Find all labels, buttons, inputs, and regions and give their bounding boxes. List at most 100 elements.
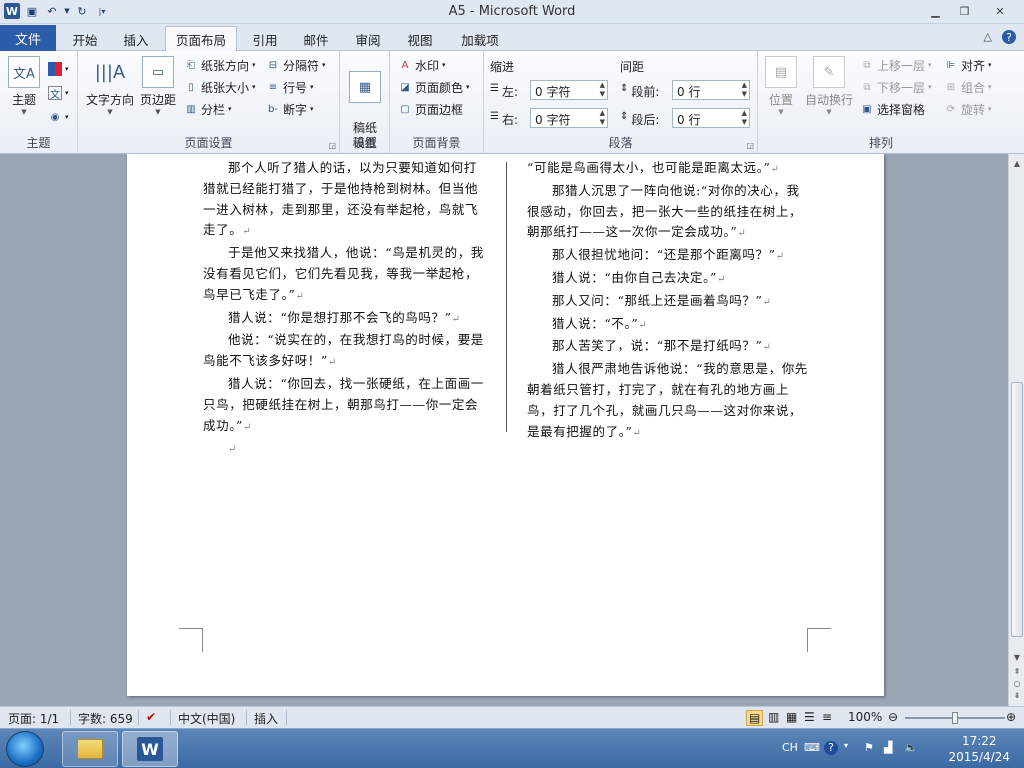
spin-arrows-icon[interactable]: ▲ ▼ — [742, 109, 747, 127]
orientation-button[interactable]: ⎗ 纸张方向 ▾ — [184, 55, 256, 75]
dialog-launcher-icon[interactable]: ◲ — [746, 141, 754, 150]
indent-left-input[interactable]: 0 字符 ▲ ▼ — [530, 80, 608, 100]
margins-button[interactable]: ▭ 页边距 ▼ — [138, 56, 178, 116]
theme-effects-button[interactable]: ◉ ▾ — [48, 107, 69, 127]
clock[interactable]: 17:22 2015/4/24 — [948, 733, 1010, 765]
zoom-slider-thumb[interactable] — [952, 712, 958, 724]
language-indicator[interactable]: 中文(中国) — [178, 710, 235, 727]
insert-mode[interactable]: 插入 — [254, 710, 278, 727]
paragraph[interactable]: 猎人说：“你回去，找一张硬纸，在上面画一只鸟，把硬纸挂在树上，朝那鸟打——你一定… — [203, 374, 489, 438]
print-layout-view-icon[interactable]: ▤ — [746, 710, 764, 726]
paragraph[interactable]: 猎人说：“你是想打那不会飞的鸟吗？”↵ — [203, 308, 489, 331]
tab-review[interactable]: 审阅 — [347, 27, 389, 51]
empty-paragraph[interactable]: ↵ — [203, 438, 489, 461]
proofing-icon[interactable]: ✔ — [146, 710, 156, 724]
tab-references[interactable]: 引用 — [244, 27, 286, 51]
columns-button[interactable]: ▥ 分栏 ▾ — [184, 99, 231, 119]
spacing-before-row: ⇕ 段前: — [620, 83, 660, 99]
vertical-scrollbar[interactable]: ▲ ▼ ⇞ ○ ⇟ — [1008, 154, 1024, 706]
paragraph[interactable]: 猎人很严肃地告诉他说：“我的意思是，你先朝着纸只管打，打完了，就在有孔的地方画上… — [527, 359, 811, 444]
paragraph[interactable]: 他说：“说实在的，在我想打鸟的时候，要是鸟能不飞该多好呀！”↵ — [203, 330, 489, 374]
dialog-launcher-icon[interactable]: ◲ — [328, 141, 336, 150]
selection-pane-button[interactable]: ▣ 选择窗格 — [860, 99, 925, 119]
paragraph-text: 那猎人沉思了一阵向他说:“对你的决心，我很感动，你回去，把一张大一些的纸挂在树上… — [527, 182, 803, 240]
restore-icon[interactable]: ❐ — [951, 2, 978, 20]
draft-view-icon[interactable]: ≡ — [822, 710, 832, 724]
align-button[interactable]: ⊫ 对齐 ▾ — [944, 55, 992, 75]
scrollbar-thumb[interactable] — [1011, 382, 1023, 637]
tab-mailings[interactable]: 邮件 — [295, 27, 337, 51]
document-page[interactable]: 那个人听了猎人的话，以为只要知道如何打猎就已经能打猎了，于是他持枪到树林。但当他… — [127, 154, 884, 696]
bring-forward-button[interactable]: ⧉ 上移一层 ▾ — [860, 55, 931, 75]
send-backward-button[interactable]: ⧉ 下移一层 ▾ — [860, 77, 931, 97]
spin-arrows-icon[interactable]: ▲ ▼ — [742, 81, 747, 99]
paragraph-text: 猎人说：“你是想打那不会飞的鸟吗？” — [228, 309, 452, 325]
tab-file[interactable]: 文件 — [0, 25, 56, 51]
explorer-taskbar-button[interactable] — [62, 731, 118, 767]
paragraph[interactable]: 于是他又来找猎人，他说：“鸟是机灵的，我没有看见它们，它们先看见我，等我一举起枪… — [203, 243, 489, 307]
web-layout-view-icon[interactable]: ▦ — [786, 710, 797, 724]
tab-addins[interactable]: 加载项 — [452, 27, 508, 51]
collapse-ribbon-icon[interactable]: △ — [984, 30, 992, 44]
paragraph[interactable]: 那人很担忧地问：“还是那个距离吗？”↵ — [527, 245, 811, 268]
theme-fonts-button[interactable]: 文 ▾ — [48, 83, 69, 103]
right-column[interactable]: “可能是鸟画得太小，也可能是距离太远。”↵ 那猎人沉思了一阵向他说:“对你的决心，… — [527, 158, 811, 444]
volume-icon[interactable]: 🔈 — [904, 741, 918, 754]
paragraph[interactable]: 那个人听了猎人的话，以为只要知道如何打猎就已经能打猎了，于是他持枪到树林。但当他… — [203, 158, 489, 243]
rotate-button[interactable]: ⟳ 旋转 ▾ — [944, 99, 992, 119]
network-icon[interactable]: ▟ — [884, 741, 892, 754]
theme-colors-button[interactable]: ▾ — [48, 59, 69, 79]
scroll-up-icon[interactable]: ▲ — [1011, 158, 1023, 170]
tab-view[interactable]: 视图 — [399, 27, 441, 51]
page-count[interactable]: 页面: 1/1 — [8, 710, 59, 727]
word-count[interactable]: 字数: 659 — [78, 710, 133, 727]
breaks-button[interactable]: ⊟ 分隔符 ▾ — [266, 55, 326, 75]
scroll-down-icon[interactable]: ▼ — [1011, 652, 1023, 664]
spacing-before-input[interactable]: 0 行 ▲ ▼ — [672, 80, 750, 100]
minimize-icon[interactable]: ▁ — [922, 2, 949, 20]
wrap-text-button[interactable]: ✎ 自动换行 ▼ — [802, 56, 856, 116]
action-center-icon[interactable]: ⚑ — [864, 741, 874, 754]
spin-arrows-icon[interactable]: ▲ ▼ — [600, 109, 605, 127]
close-icon[interactable]: ✕ — [980, 2, 1020, 20]
spin-arrows-icon[interactable]: ▲ ▼ — [600, 81, 605, 99]
line-numbers-button[interactable]: ≡ 行号 ▾ — [266, 77, 314, 97]
zoom-level[interactable]: 100% — [848, 710, 882, 724]
tab-home[interactable]: 开始 — [62, 27, 108, 51]
outline-view-icon[interactable]: ☰ — [804, 710, 815, 724]
full-reading-view-icon[interactable]: ▥ — [768, 710, 779, 724]
paragraph[interactable]: 那人又问：“那纸上还是画着鸟吗？”↵ — [527, 291, 811, 314]
theme-button[interactable]: 文A 主题 ▼ — [6, 56, 42, 116]
text-direction-button[interactable]: |||A 文字方向 ▼ — [84, 56, 136, 117]
watermark-button[interactable]: A 水印 ▾ — [398, 55, 446, 75]
page-borders-button[interactable]: ▢ 页面边框 — [398, 99, 463, 119]
zoom-in-icon[interactable]: ⊕ — [1006, 710, 1016, 724]
paragraph[interactable]: 猎人说：“由你自己去决定。”↵ — [527, 268, 811, 291]
ime-tool-icon[interactable]: ⌨ — [804, 741, 820, 754]
size-button[interactable]: ▯ 纸张大小 ▾ — [184, 77, 255, 97]
left-column[interactable]: 那个人听了猎人的话，以为只要知道如何打猎就已经能打猎了，于是他持枪到树林。但当他… — [203, 158, 489, 461]
position-button[interactable]: ▤ 位置 ▼ — [764, 56, 798, 116]
ime-indicator[interactable]: CH — [782, 741, 798, 754]
tab-page-layout[interactable]: 页面布局 — [165, 26, 237, 52]
group-button[interactable]: ⊞ 组合 ▾ — [944, 77, 992, 97]
paragraph[interactable]: “可能是鸟画得太小，也可能是距离太远。”↵ — [527, 158, 811, 181]
hyphenation-button[interactable]: b- 断字 ▾ — [266, 99, 314, 119]
browse-object-icon[interactable]: ○ — [1011, 678, 1023, 690]
help-tray-icon[interactable]: ? — [824, 741, 838, 755]
paragraph[interactable]: 那猎人沉思了一阵向他说:“对你的决心，我很感动，你回去，把一张大一些的纸挂在树上… — [527, 181, 811, 245]
tab-insert[interactable]: 插入 — [114, 27, 158, 51]
page-color-button[interactable]: ◪ 页面颜色 ▾ — [398, 77, 469, 97]
zoom-out-icon[interactable]: ⊖ — [888, 710, 898, 724]
word-taskbar-button[interactable]: W — [122, 731, 178, 767]
indent-right-input[interactable]: 0 字符 ▲ ▼ — [530, 108, 608, 128]
prev-page-icon[interactable]: ⇞ — [1011, 666, 1023, 678]
spacing-after-input[interactable]: 0 行 ▲ ▼ — [672, 108, 750, 128]
help-icon[interactable]: ? — [1002, 30, 1016, 44]
document-area[interactable]: 那个人听了猎人的话，以为只要知道如何打猎就已经能打猎了，于是他持枪到树林。但当他… — [0, 154, 1008, 706]
paragraph[interactable]: 猎人说：“不。”↵ — [527, 314, 811, 337]
start-button[interactable] — [6, 731, 44, 767]
paragraph[interactable]: 那人苦笑了，说：“那不是打纸吗？”↵ — [527, 336, 811, 359]
tray-expand-icon[interactable]: ▾ — [844, 741, 848, 750]
next-page-icon[interactable]: ⇟ — [1011, 690, 1023, 702]
